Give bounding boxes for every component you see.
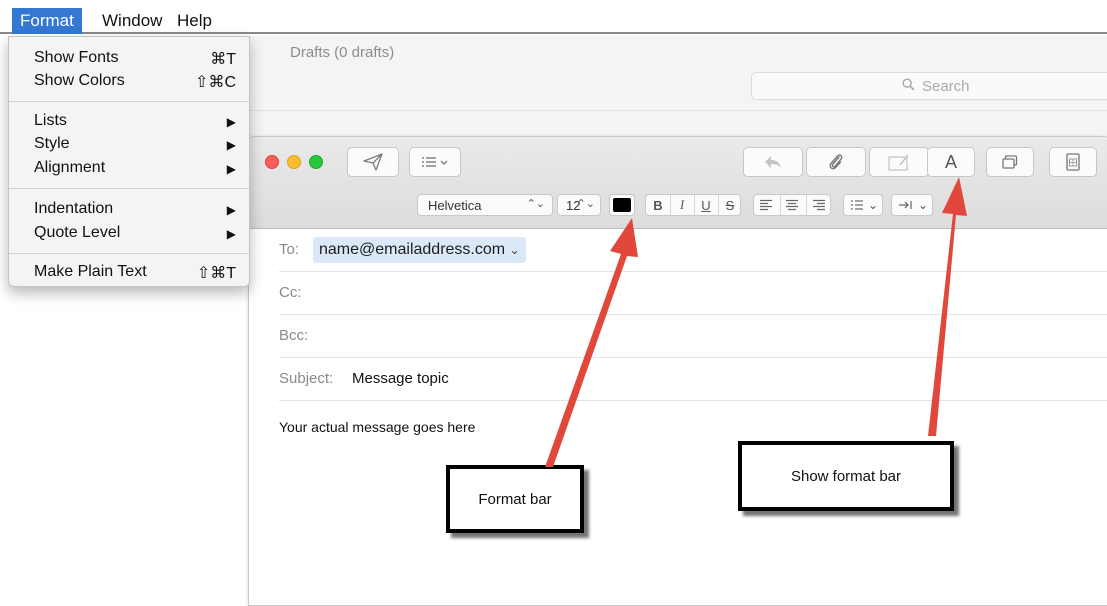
format-menu: Show Fonts ⌘T Show Colors ⇧⌘C Lists ▶ St…	[8, 36, 250, 287]
menu-bar: Format Window Help	[0, 0, 1107, 34]
font-size-select[interactable]: 12 ⌃⌄	[557, 194, 601, 216]
shortcut-label: ⇧⌘T	[196, 265, 236, 282]
header-fields-button[interactable]	[409, 147, 461, 177]
menu-format[interactable]: Format	[12, 8, 82, 34]
align-left-icon[interactable]	[759, 199, 773, 211]
divider	[780, 195, 781, 215]
alignment-group	[753, 194, 831, 216]
recipient-token[interactable]: name@emailaddress.com ⌄	[313, 237, 526, 263]
callout-format-bar: Format bar	[446, 465, 584, 533]
callout-show-format-bar-text: Show format bar	[790, 467, 902, 485]
cc-field[interactable]: Cc:	[279, 272, 1107, 315]
menu-item-alignment[interactable]: Alignment ▶	[9, 157, 249, 181]
indent-icon	[899, 201, 912, 209]
to-label: To:	[279, 241, 300, 258]
photo-browser-icon	[1002, 155, 1018, 169]
font-family-value: Helvetica	[428, 197, 482, 213]
stationery-icon	[1066, 153, 1080, 171]
divider	[806, 195, 807, 215]
shortcut-label: ⇧⌘C	[195, 74, 236, 91]
subject-label: Subject:	[279, 370, 334, 387]
menu-help[interactable]: Help	[169, 8, 220, 34]
submenu-arrow-icon: ▶	[226, 138, 236, 152]
menu-window[interactable]: Window	[94, 8, 170, 34]
menu-separator	[9, 101, 249, 102]
close-window-button[interactable]	[265, 155, 279, 169]
bcc-label: Bcc:	[279, 327, 309, 344]
select-chevron-icon: ⌃⌄	[526, 198, 545, 210]
markup-button[interactable]	[869, 147, 929, 177]
align-center-icon[interactable]	[785, 199, 799, 211]
stationery-button[interactable]	[1049, 147, 1097, 177]
markup-icon	[888, 154, 909, 171]
bcc-field[interactable]: Bcc:	[279, 315, 1107, 358]
send-button[interactable]	[347, 147, 399, 177]
text-color-swatch	[613, 198, 631, 212]
attach-button[interactable]	[806, 147, 866, 177]
cc-label: Cc:	[279, 284, 302, 301]
menu-item-lists[interactable]: Lists ▶	[9, 110, 249, 134]
menu-separator	[9, 253, 249, 254]
list-icon	[851, 200, 863, 210]
compose-toolbar: A Helvetica ⌃⌄ 12 ⌃⌄ B I U S ⌄ ⌄	[249, 137, 1107, 229]
subject-value: Message topic	[352, 370, 449, 387]
paperclip-icon	[829, 154, 843, 170]
chevron-down-icon: ⌄	[509, 243, 520, 257]
text-style-group: B I U S	[645, 194, 741, 216]
minimize-window-button[interactable]	[287, 155, 301, 169]
menu-item-style[interactable]: Style ▶	[9, 133, 249, 157]
subject-field[interactable]: Subject: Message topic	[279, 358, 1107, 401]
callout-format-bar-text: Format bar	[478, 490, 552, 508]
mailbox-title: Drafts (0 drafts)	[290, 44, 395, 61]
reply-button[interactable]	[743, 147, 803, 177]
search-placeholder: Search	[922, 78, 970, 95]
menu-item-quote-level[interactable]: Quote Level ▶	[9, 222, 249, 246]
format-bar-toggle-icon: A	[944, 151, 957, 172]
shortcut-label: ⌘T	[210, 51, 236, 68]
menu-separator	[9, 188, 249, 189]
zoom-window-button[interactable]	[309, 155, 323, 169]
underline-button[interactable]: U	[694, 195, 718, 215]
format-bar-toggle-button[interactable]: A	[927, 147, 975, 177]
italic-button[interactable]: I	[670, 195, 694, 215]
recipient-address: name@emailaddress.com	[319, 241, 506, 258]
mail-main-window: Drafts (0 drafts) Search	[248, 36, 1107, 136]
menu-item-show-colors[interactable]: Show Colors ⇧⌘C	[9, 70, 249, 94]
to-field: To: name@emailaddress.com ⌄	[279, 229, 1107, 272]
message-body[interactable]: Your actual message goes here	[279, 419, 475, 435]
submenu-arrow-icon: ▶	[226, 227, 236, 241]
text-color-well[interactable]	[609, 194, 635, 216]
menu-item-show-fonts[interactable]: Show Fonts ⌘T	[9, 47, 249, 71]
reply-icon	[765, 156, 781, 168]
search-icon	[902, 78, 915, 91]
font-family-select[interactable]: Helvetica ⌃⌄	[417, 194, 553, 216]
photo-browser-button[interactable]	[986, 147, 1034, 177]
send-icon	[363, 153, 383, 171]
header-fields-icon	[422, 157, 448, 167]
callout-show-format-bar: Show format bar	[738, 441, 954, 511]
strikethrough-button[interactable]: S	[718, 195, 742, 215]
chevron-down-icon: ⌄	[868, 198, 879, 212]
submenu-arrow-icon: ▶	[226, 115, 236, 129]
submenu-arrow-icon: ▶	[226, 203, 236, 217]
indent-select[interactable]: ⌄	[891, 194, 933, 216]
compose-window: A Helvetica ⌃⌄ 12 ⌃⌄ B I U S ⌄ ⌄ To: nam…	[248, 136, 1107, 606]
search-field[interactable]: Search	[751, 72, 1107, 100]
menu-item-indentation[interactable]: Indentation ▶	[9, 198, 249, 222]
select-chevron-icon: ⌃⌄	[576, 198, 595, 210]
chevron-down-icon: ⌄	[918, 198, 929, 212]
align-right-icon[interactable]	[812, 199, 826, 211]
list-style-select[interactable]: ⌄	[843, 194, 883, 216]
bold-button[interactable]: B	[646, 195, 670, 215]
submenu-arrow-icon: ▶	[226, 162, 236, 176]
menu-item-make-plain-text[interactable]: Make Plain Text ⇧⌘T	[9, 261, 249, 285]
divider	[248, 110, 1107, 111]
